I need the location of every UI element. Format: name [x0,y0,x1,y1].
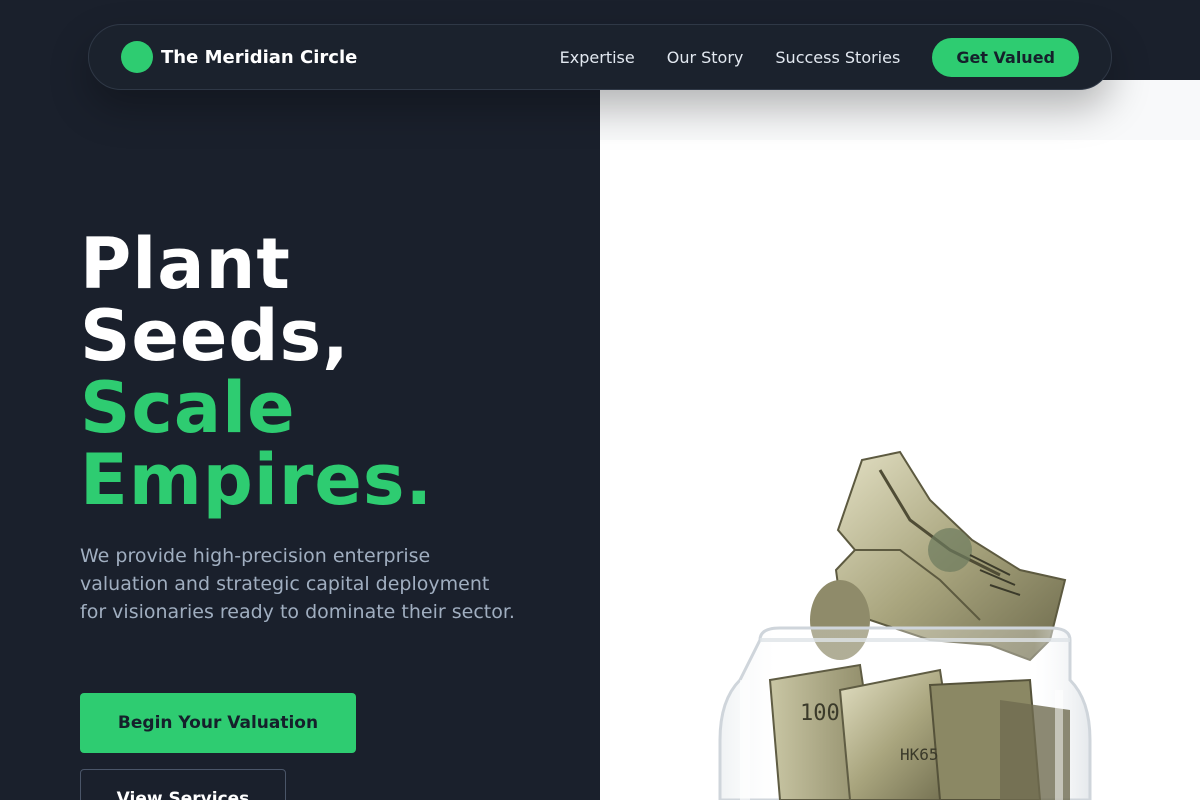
headline-line-1: Plant [80,223,291,305]
hero-text: Plant Seeds, Scale Empires. We provide h… [80,228,560,626]
svg-text:100: 100 [800,701,840,726]
view-services-button[interactable]: View Services [80,769,286,800]
nav-links: Expertise Our Story Success Stories Get … [560,37,1079,77]
hero-subtext: We provide high-precision enterprise val… [80,545,515,623]
navbar: The Meridian Circle Expertise Our Story … [88,24,1112,90]
hero-headline: Plant Seeds, Scale Empires. [80,228,560,516]
headline-line-2: Seeds, [80,295,350,377]
brand-name: The Meridian Circle [161,46,358,68]
nav-link-our-story[interactable]: Our Story [667,48,744,67]
hero-image-panel: 100 HK65 [600,80,1200,800]
nav-link-expertise[interactable]: Expertise [560,48,635,67]
svg-text:HK65: HK65 [900,745,939,764]
brand-logo-icon [121,41,153,73]
landing-page: 100 HK65 The Meridian Circle Expertise O… [0,0,1200,800]
headline-line-3: Scale [80,367,296,449]
money-jar-image: 100 HK65 [600,80,1200,800]
nav-link-success-stories[interactable]: Success Stories [775,48,900,67]
brand[interactable]: The Meridian Circle [121,41,357,73]
headline-line-4: Empires. [80,439,434,521]
get-valued-button[interactable]: Get Valued [932,37,1079,77]
begin-valuation-button[interactable]: Begin Your Valuation [80,693,356,753]
